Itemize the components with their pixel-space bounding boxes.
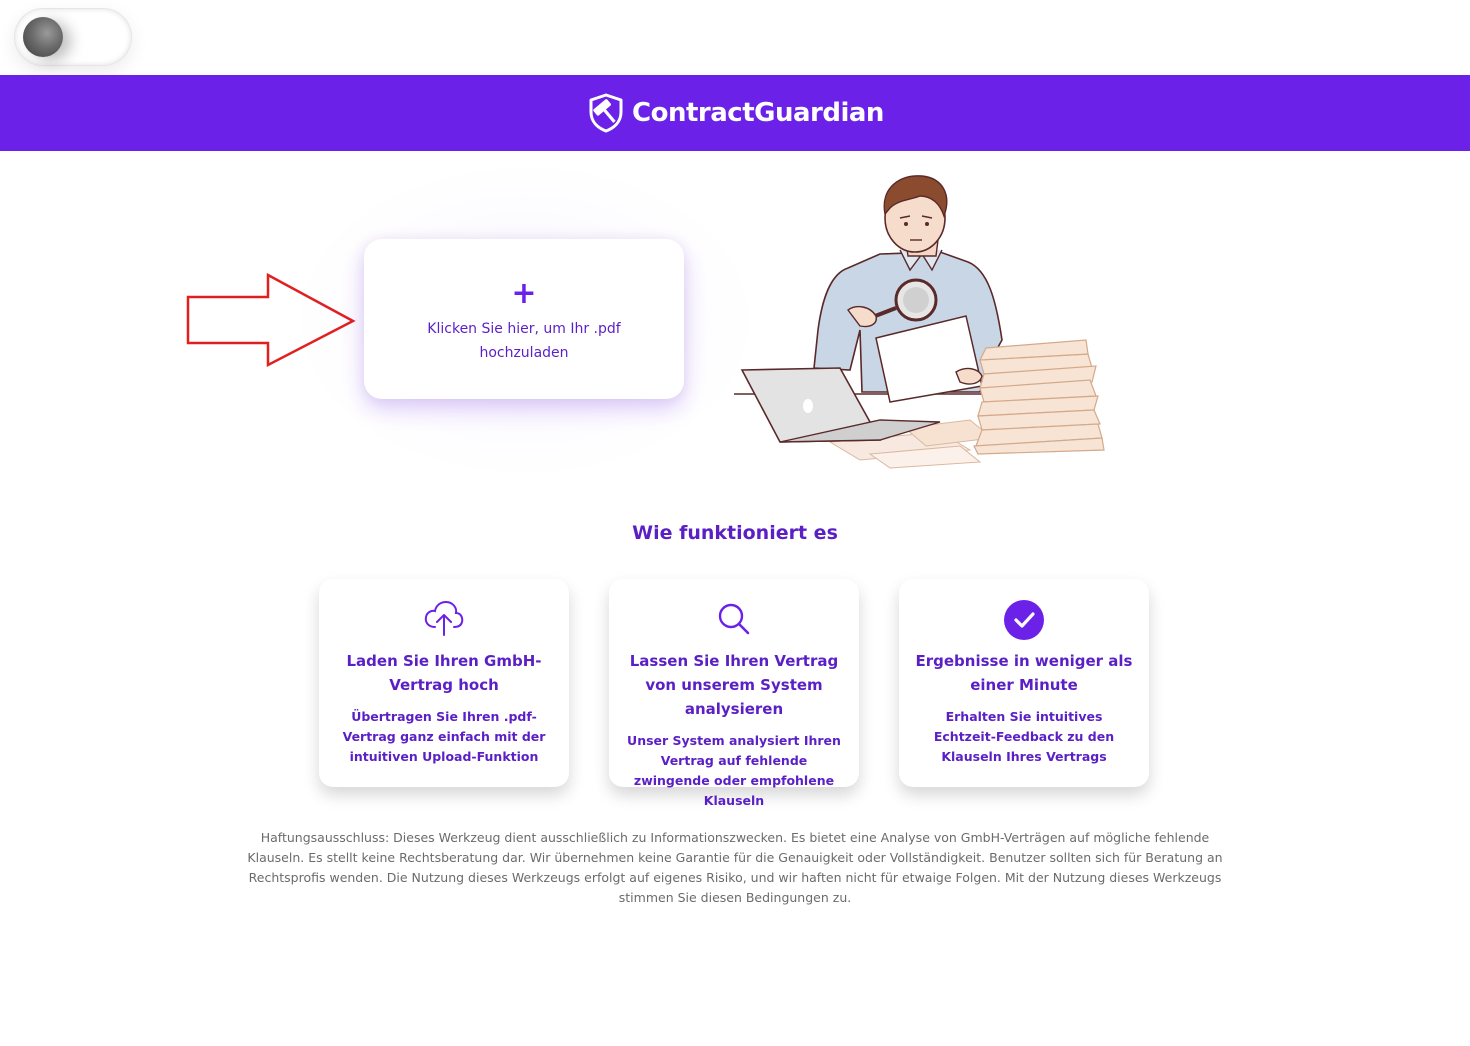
shield-gavel-icon <box>589 93 623 133</box>
contract-review-illustration <box>734 175 1105 469</box>
brand-logo[interactable]: ContractGuardian <box>586 92 884 134</box>
brand-name: ContractGuardian <box>632 98 884 128</box>
step-card-results: Ergebnisse in weniger als einer Minute E… <box>899 579 1149 787</box>
plus-icon: + <box>511 276 537 311</box>
upload-label: Klicken Sie hier, um Ihr .pdf hochzulade… <box>427 321 621 361</box>
disclaimer-text: Haftungsausschluss: Dieses Werkzeug dien… <box>247 830 1223 905</box>
toggle-knob[interactable] <box>23 17 63 57</box>
search-icon <box>718 603 750 635</box>
step-title: Lassen Sie Ihren Vertrag von unserem Sys… <box>629 652 839 718</box>
step-card-analyze: Lassen Sie Ihren Vertrag von unserem Sys… <box>609 579 859 808</box>
header-bar: ContractGuardian <box>0 75 1470 151</box>
step-card-upload: Laden Sie Ihren GmbH-Vertrag hoch Übertr… <box>319 579 569 787</box>
theme-toggle[interactable] <box>14 8 132 66</box>
step-description: Übertragen Sie Ihren .pdf-Vertrag ganz e… <box>342 709 546 764</box>
step-title: Laden Sie Ihren GmbH-Vertrag hoch <box>346 652 542 694</box>
how-it-works-title: Wie funktioniert es <box>632 522 838 544</box>
step-description: Unser System analysiert Ihren Vertrag au… <box>627 733 841 808</box>
step-title: Ergebnisse in weniger als einer Minute <box>915 652 1133 694</box>
upload-dropzone[interactable]: + Klicken Sie hier, um Ihr .pdf hochzula… <box>364 239 684 399</box>
step-description: Erhalten Sie intuitives Echtzeit-Feedbac… <box>933 709 1115 764</box>
red-arrow-annotation <box>186 273 356 368</box>
cloud-upload-icon <box>424 600 464 636</box>
check-circle-icon <box>1004 600 1044 640</box>
